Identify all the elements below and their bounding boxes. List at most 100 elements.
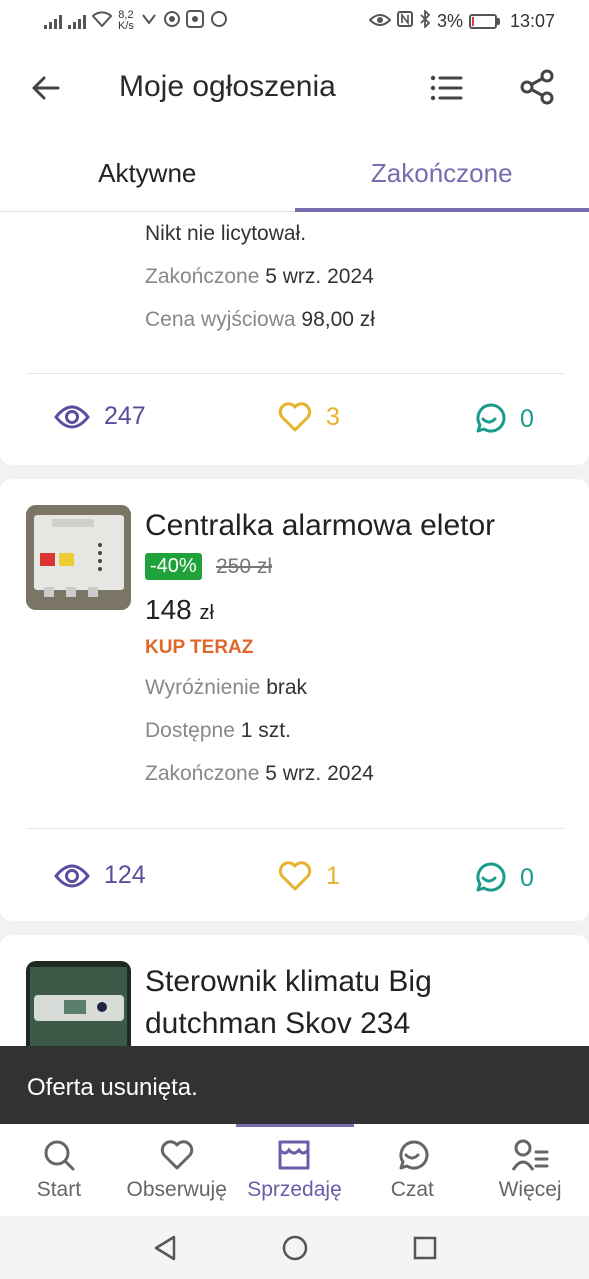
status-bar: 8,2 K/s 3% 13:07 <box>0 0 589 42</box>
nfc-icon <box>396 10 413 32</box>
tab-finished[interactable]: Zakończone <box>295 134 589 212</box>
system-navigation-bar <box>0 1216 589 1279</box>
chat-icon <box>476 403 506 433</box>
bluetooth-icon <box>419 8 431 33</box>
listing-title[interactable]: Sterownik klimatu Big dutchman Skov 234 <box>145 961 432 1045</box>
climate-controller-image <box>26 961 131 1055</box>
card-divider <box>26 373 564 374</box>
favorites-count: 1 <box>326 861 340 890</box>
network-speed: 8,2 K/s <box>118 10 134 32</box>
buy-now-label: KUP TERAZ <box>145 637 254 658</box>
status-bar-left: 8,2 K/s <box>44 9 228 33</box>
views-count: 247 <box>104 402 146 430</box>
nav-watchlist[interactable]: Obserwuję <box>118 1124 236 1216</box>
listing-available: Dostępne 1 szt. <box>145 719 291 743</box>
price-currency: zł <box>199 602 214 624</box>
listing-ended-date: Zakończone 5 wrz. 2024 <box>145 762 374 786</box>
nav-chat-label: Czat <box>390 1178 434 1201</box>
listing-bid-status-text: Nikt nie licytował. <box>145 222 307 245</box>
discount-badge: -40% <box>145 553 202 580</box>
tab-active[interactable]: Aktywne <box>0 134 295 212</box>
share-icon <box>520 69 554 105</box>
tab-bar: Aktywne Zakończone <box>0 134 589 212</box>
battery-percent: 3% <box>436 10 463 31</box>
snackbar: Oferta usunięta. <box>0 1046 589 1124</box>
store-icon <box>278 1140 310 1170</box>
top-app-bar: Moje ogłoszenia <box>0 42 589 134</box>
alarm-panel-image <box>26 505 131 610</box>
favorites-stat: 3 <box>278 402 340 432</box>
eye-icon <box>54 405 90 428</box>
share-button[interactable] <box>518 68 556 106</box>
battery-icon <box>468 13 500 29</box>
nav-chat[interactable]: Czat <box>353 1124 471 1216</box>
nav-start[interactable]: Start <box>0 1124 118 1216</box>
messages-count: 0 <box>520 404 534 433</box>
system-recents-icon[interactable] <box>410 1233 440 1263</box>
price-value: 148 <box>145 594 192 625</box>
circle-app-icon <box>210 10 228 33</box>
views-count: 124 <box>104 861 146 889</box>
chat-icon <box>476 862 506 892</box>
nav-watchlist-label: Obserwuję <box>126 1178 227 1201</box>
nav-more-label: Więcej <box>498 1178 562 1201</box>
price: 148 zł <box>145 594 214 626</box>
listing-title-line-1: Sterownik klimatu Big <box>145 965 432 998</box>
listing-ended-date: Zakończone 5 wrz. 2024 <box>145 265 374 289</box>
nav-selling[interactable]: Sprzedaję <box>236 1124 354 1216</box>
listing-ended-value: 5 wrz. 2024 <box>265 265 374 288</box>
system-home-icon[interactable] <box>280 1233 310 1263</box>
heart-icon <box>278 402 312 432</box>
card-divider <box>26 828 564 829</box>
back-button[interactable] <box>28 70 64 106</box>
listing-start-price-label: Cena wyjściowa <box>145 308 296 331</box>
listing-thumbnail <box>26 961 131 1055</box>
listing-ended-value: 5 wrz. 2024 <box>265 762 374 785</box>
favorites-count: 3 <box>326 402 340 431</box>
list-icon <box>430 75 463 101</box>
chat-icon <box>399 1140 429 1170</box>
messages-stat: 0 <box>472 861 534 895</box>
nav-start-label: Start <box>36 1178 82 1201</box>
bottom-navigation: Start Obserwuję Sprzedaję Czat Więcej <box>0 1124 589 1216</box>
listing-ended-label: Zakończone <box>145 762 260 785</box>
listing-available-value: 1 <box>240 719 253 742</box>
eye-icon <box>368 11 392 32</box>
old-price: 250 zł <box>216 555 273 578</box>
listing-title-line-2: dutchman Skov 234 <box>145 1007 411 1040</box>
heart-icon <box>160 1140 193 1170</box>
phone-app-icon <box>185 9 204 33</box>
snackbar-text: Oferta usunięta. <box>27 1074 198 1101</box>
listing-promotion-value: brak <box>266 676 308 699</box>
chrome-icon <box>163 10 180 32</box>
wifi-icon <box>91 10 113 32</box>
notification-icon <box>140 11 158 32</box>
favorites-stat: 1 <box>278 861 340 891</box>
listing-card[interactable]: Nikt nie licytował. Zakończone 5 wrz. 20… <box>0 212 589 465</box>
listing-card[interactable]: Sterownik klimatu Big dutchman Skov 234 <box>0 935 589 1055</box>
user-menu-icon <box>511 1139 549 1171</box>
views-stat: 124 <box>54 861 146 890</box>
network-speed-unit: K/s <box>118 20 134 32</box>
listing-start-price: Cena wyjściowa 98,00 zł <box>145 308 375 332</box>
messages-stat: 0 <box>472 402 534 436</box>
listing-ended-label: Zakończone <box>145 265 260 288</box>
signal-icon <box>44 13 62 29</box>
listing-start-price-value: 98,00 zł <box>301 308 375 331</box>
messages-count: 0 <box>520 863 534 892</box>
nav-selling-label: Sprzedaję <box>247 1178 342 1201</box>
listing-title[interactable]: Centralka alarmowa eletor <box>145 505 495 547</box>
listing-available-unit: szt. <box>258 719 291 742</box>
search-icon <box>44 1140 75 1171</box>
listing-bid-status: Nikt nie licytował. <box>145 222 306 246</box>
clock: 13:07 <box>509 10 555 31</box>
listing-available-label: Dostępne <box>145 719 235 742</box>
system-back-icon[interactable] <box>150 1233 180 1263</box>
listing-thumbnail <box>26 505 131 610</box>
page-title: Moje ogłoszenia <box>119 70 336 103</box>
heart-icon <box>278 861 312 891</box>
signal-icon-2 <box>68 13 86 29</box>
nav-more[interactable]: Więcej <box>471 1124 589 1216</box>
listing-card[interactable]: Centralka alarmowa eletor -40% 250 zł 14… <box>0 479 589 921</box>
list-view-button[interactable] <box>428 70 464 106</box>
